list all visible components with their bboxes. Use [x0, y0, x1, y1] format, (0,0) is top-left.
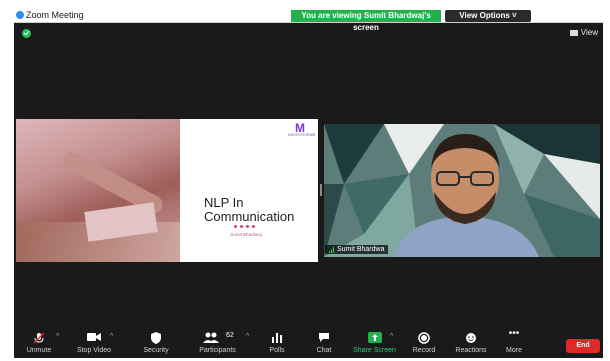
slide-presenter: Sumit Bhardwaj — [230, 232, 262, 237]
dot — [239, 225, 243, 228]
polls-button[interactable]: Polls — [252, 327, 302, 358]
view-button[interactable]: View — [569, 28, 598, 37]
logo-text: INVOSYSTEMS — [288, 133, 316, 137]
gallery-grid-icon — [569, 29, 578, 36]
title-bar: Zoom Meeting You are viewing Sumit Bhard… — [14, 9, 603, 32]
participants-count: 62 — [226, 332, 234, 339]
shared-slide: M INVOSYSTEMS NLP In Communication Sumit… — [16, 119, 318, 262]
stop-video-label: Stop Video — [76, 347, 112, 354]
chat-icon — [319, 333, 329, 342]
slide-title-line1: NLP In — [204, 195, 244, 210]
reactions-icon — [466, 333, 476, 343]
meeting-toolbar: Unmute ^ Stop Video ^ Security 62 Partic… — [14, 327, 603, 358]
video-menu-caret-icon[interactable]: ^ — [110, 333, 113, 340]
more-label: More — [506, 347, 522, 354]
audio-menu-caret-icon[interactable]: ^ — [56, 333, 59, 340]
slide-title-line2: Communication — [204, 209, 295, 224]
slide-photo — [16, 119, 180, 262]
chat-button[interactable]: Chat — [299, 327, 349, 358]
photo-tint — [16, 119, 180, 262]
record-label: Record — [412, 347, 436, 354]
share-menu-caret-icon[interactable]: ^ — [390, 333, 393, 340]
share-screen-label: Share Screen — [353, 347, 396, 354]
participants-label: Participants — [199, 347, 236, 354]
polls-icon — [272, 333, 282, 343]
participants-menu-caret-icon[interactable]: ^ — [246, 333, 249, 340]
screen-share-banner: You are viewing Sumit Bhardwaj's screen — [291, 10, 441, 32]
stop-video-button[interactable]: Stop Video — [69, 327, 119, 358]
participants-button[interactable]: 62 Participants — [190, 327, 245, 358]
more-button[interactable]: ••• More — [489, 327, 539, 358]
view-options-button[interactable]: View Options ˅ — [445, 10, 531, 22]
slide-title: NLP In Communication — [204, 196, 314, 224]
polls-label: Polls — [269, 347, 285, 354]
slide-logo: M INVOSYSTEMS — [288, 121, 316, 137]
share-screen-icon — [367, 332, 382, 343]
dot — [233, 225, 237, 228]
split-divider[interactable] — [320, 184, 322, 196]
participant-name: Sumit Bhardwa — [337, 246, 385, 253]
participants-icon — [203, 332, 219, 343]
logo-mark: M — [295, 121, 305, 135]
end-meeting-button[interactable]: End — [566, 339, 600, 353]
record-icon — [418, 332, 430, 344]
window-title: Zoom Meeting — [26, 10, 84, 20]
speaker-video[interactable]: Sumit Bhardwa — [324, 124, 600, 257]
slide-dots — [229, 225, 259, 229]
dot — [245, 225, 249, 228]
chat-label: Chat — [316, 347, 332, 354]
zoom-app-icon — [16, 11, 24, 19]
record-button[interactable]: Record — [399, 327, 449, 358]
participant-name-tag: Sumit Bhardwa — [325, 245, 389, 254]
zoom-window: Zoom Meeting You are viewing Sumit Bhard… — [14, 9, 603, 358]
more-dots-icon: ••• — [508, 328, 520, 339]
speaker-figure — [394, 134, 539, 257]
unmute-button[interactable]: Unmute — [14, 327, 64, 358]
dot — [251, 225, 255, 228]
unmute-label: Unmute — [26, 347, 52, 354]
signal-icon — [329, 246, 334, 253]
muted-mic-icon — [33, 332, 45, 344]
share-screen-button[interactable]: Share Screen — [347, 327, 402, 358]
view-label: View — [580, 28, 598, 37]
video-camera-icon — [87, 333, 101, 341]
encryption-shield-icon[interactable] — [22, 29, 31, 38]
security-label: Security — [143, 347, 169, 354]
security-button[interactable]: Security — [131, 327, 181, 358]
shield-icon — [151, 332, 161, 344]
